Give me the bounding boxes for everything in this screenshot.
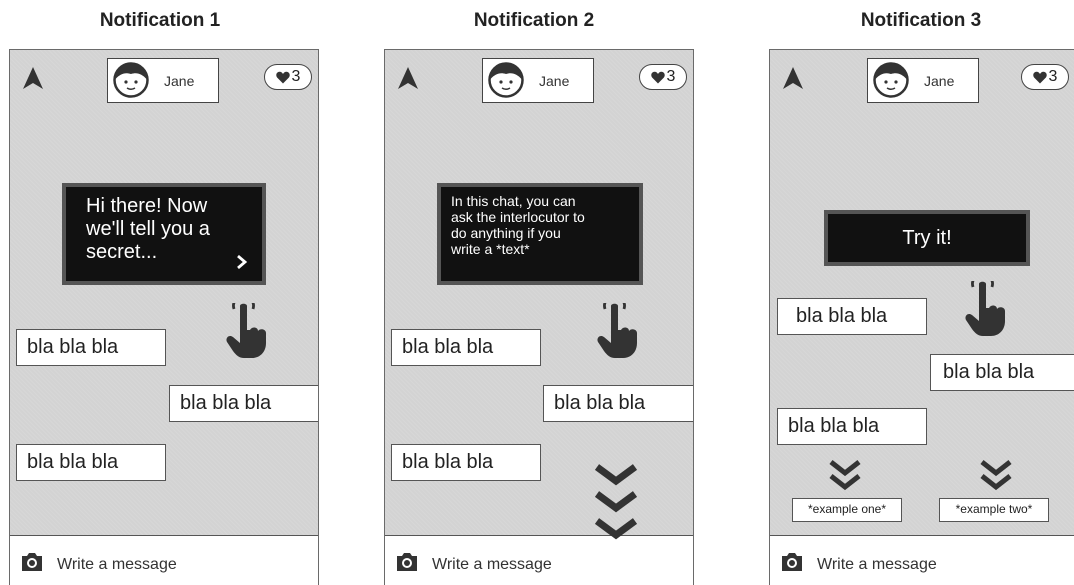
likes-badge[interactable]: 3 xyxy=(1021,64,1069,90)
message-bubble[interactable]: bla bla bla xyxy=(543,385,693,422)
navigation-arrow-icon[interactable] xyxy=(23,67,43,89)
likes-count: 3 xyxy=(291,68,301,85)
message-input-placeholder[interactable]: Write a message xyxy=(57,556,177,574)
example-chip[interactable]: *example one* xyxy=(792,498,902,522)
profile-box[interactable]: Jane xyxy=(867,58,979,103)
chevron-triple-down-icon xyxy=(594,464,638,540)
screen-title: Notification 1 xyxy=(99,10,221,31)
message-bubble[interactable]: bla bla bla xyxy=(169,385,318,422)
profile-name: Jane xyxy=(539,73,570,89)
tooltip-line: we'll tell you a xyxy=(86,218,210,240)
camera-icon[interactable] xyxy=(780,552,804,572)
tooltip-line: do anything if you xyxy=(451,225,561,241)
example-chip[interactable]: *example two* xyxy=(939,498,1049,522)
message-bubble[interactable]: bla bla bla xyxy=(930,354,1074,391)
likes-badge[interactable]: 3 xyxy=(639,64,687,90)
profile-name: Jane xyxy=(924,73,955,89)
pointing-hand-icon xyxy=(226,303,266,358)
message-bubble[interactable]: bla bla bla xyxy=(777,298,927,335)
message-bubble[interactable]: bla bla bla xyxy=(777,408,927,445)
tooltip[interactable]: Hi there! Now we'll tell you a secret... xyxy=(62,183,266,285)
tooltip-line: Try it! xyxy=(902,226,952,249)
likes-count: 3 xyxy=(666,68,676,85)
tooltip-line: write a *text* xyxy=(451,241,530,257)
camera-icon[interactable] xyxy=(395,552,419,572)
message-input-placeholder[interactable]: Write a message xyxy=(817,556,937,574)
screen-title: Notification 3 xyxy=(860,10,982,31)
heart-icon xyxy=(650,71,665,83)
profile-box[interactable]: Jane xyxy=(482,58,594,103)
screen-title: Notification 2 xyxy=(473,10,595,31)
face-avatar-icon xyxy=(113,62,149,98)
heart-icon xyxy=(275,71,290,83)
pointing-hand-icon xyxy=(597,303,637,358)
heart-icon xyxy=(1032,71,1047,83)
chevron-double-down-icon xyxy=(980,460,1012,491)
pointing-hand-icon xyxy=(965,281,1005,336)
face-avatar-icon xyxy=(488,62,524,98)
likes-badge[interactable]: 3 xyxy=(264,64,312,90)
phone-screen-1: Jane 3 Hi there! Now we'll tell you a se… xyxy=(9,49,319,585)
profile-name: Jane xyxy=(164,73,195,89)
likes-count: 3 xyxy=(1048,68,1058,85)
navigation-arrow-icon[interactable] xyxy=(398,67,418,89)
tooltip[interactable]: In this chat, you can ask the interlocut… xyxy=(437,183,643,285)
message-bubble[interactable]: bla bla bla xyxy=(391,329,541,366)
tooltip-line: secret... xyxy=(86,241,158,263)
tooltip-line: ask the interlocutor to xyxy=(451,209,585,225)
message-input-bar[interactable]: Write a message xyxy=(10,535,318,585)
profile-box[interactable]: Jane xyxy=(107,58,219,103)
message-input-bar[interactable]: Write a message xyxy=(770,535,1074,585)
phone-screen-3: Jane 3 Try it! bla bla bla bla bla bla b… xyxy=(769,49,1074,585)
tooltip-line: In this chat, you can xyxy=(451,193,576,209)
camera-icon[interactable] xyxy=(20,552,44,572)
tooltip-line: Hi there! Now xyxy=(86,195,208,217)
message-input-bar[interactable]: Write a message xyxy=(385,535,693,585)
phone-screen-2: Jane 3 In this chat, you can ask the int… xyxy=(384,49,694,585)
face-avatar-icon xyxy=(873,62,909,98)
message-bubble[interactable]: bla bla bla xyxy=(16,329,166,366)
message-bubble[interactable]: bla bla bla xyxy=(16,444,166,481)
chevron-right-icon[interactable] xyxy=(236,255,248,269)
tooltip[interactable]: Try it! xyxy=(824,210,1030,266)
message-bubble[interactable]: bla bla bla xyxy=(391,444,541,481)
chevron-double-down-icon xyxy=(829,460,861,491)
message-input-placeholder[interactable]: Write a message xyxy=(432,556,552,574)
navigation-arrow-icon[interactable] xyxy=(783,67,803,89)
